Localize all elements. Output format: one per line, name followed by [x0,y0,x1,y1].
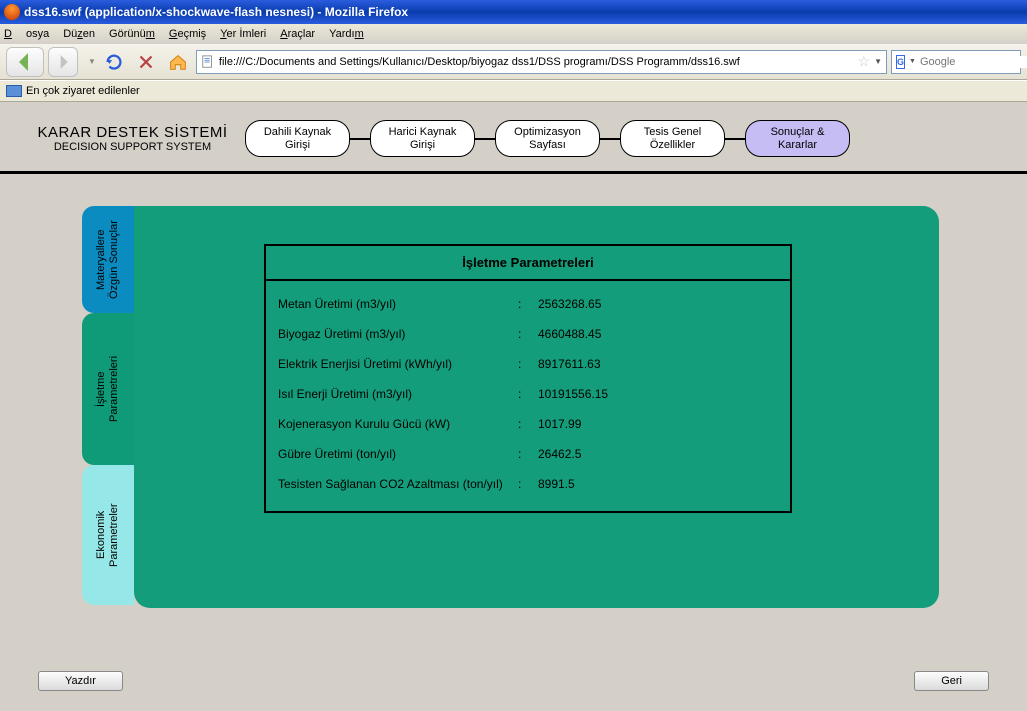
value-biyogaz: 4660488.45 [538,327,778,341]
menu-yerimleri[interactable]: Yer İmleri [220,28,266,40]
parameters-body: Metan Üretimi (m3/yıl) : 2563268.65 Biyo… [266,281,790,511]
parameters-box: İşletme Parametreleri Metan Üretimi (m3/… [264,244,792,513]
side-tabs: Materyallere Özgün Sonuçlar İşletme Para… [82,206,134,605]
menu-yardim[interactable]: Yardım [329,28,364,40]
pill-harici-kaynak[interactable]: Harici Kaynak Girişi [370,120,475,157]
row-isil: Isıl Enerji Üretimi (m3/yıl) : 10191556.… [278,387,778,401]
value-elektrik: 8917611.63 [538,357,778,371]
label-elektrik: Elektrik Enerjisi Üretimi (kWh/yıl) [278,357,518,371]
label-kojenerasyon: Kojenerasyon Kurulu Gücü (kW) [278,417,518,431]
row-kojenerasyon: Kojenerasyon Kurulu Gücü (kW) : 1017.99 [278,417,778,431]
value-co2: 8991.5 [538,477,778,491]
url-bar[interactable]: ☆ ▼ [196,50,887,74]
row-elektrik: Elektrik Enerjisi Üretimi (kWh/yıl) : 89… [278,357,778,371]
app-title-en: DECISION SUPPORT SYSTEM [20,141,245,153]
window-titlebar: dss16.swf (application/x-shockwave-flash… [0,0,1027,24]
history-dropdown-icon[interactable]: ▼ [88,57,96,66]
menu-dosya[interactable]: Dosya [4,28,49,40]
url-dropdown-icon[interactable]: ▼ [874,57,882,66]
reload-button[interactable] [100,48,128,76]
main-panel: Materyallere Özgün Sonuçlar İşletme Para… [82,206,938,606]
arrow-right-icon [49,48,77,76]
arrow-left-icon [7,44,43,80]
pill-sonuclar-kararlar[interactable]: Sonuçlar & Kararlar [745,120,850,157]
star-icon[interactable]: ☆ [858,53,871,70]
url-input[interactable] [219,56,854,68]
connector-line [475,138,495,140]
results-panel: İşletme Parametreleri Metan Üretimi (m3/… [134,206,939,608]
nav-toolbar: ▼ ☆ ▼ G ▼ [0,44,1027,80]
value-kojenerasyon: 1017.99 [538,417,778,431]
connector-line [350,138,370,140]
google-icon: G [896,55,905,69]
search-input[interactable] [920,56,1027,68]
label-metan: Metan Üretimi (m3/yıl) [278,297,518,311]
side-tab-materyaller[interactable]: Materyallere Özgün Sonuçlar [82,206,134,313]
header-divider [0,171,1027,174]
forward-button[interactable] [48,47,78,77]
stop-icon [135,51,157,73]
side-tab-ekonomik[interactable]: Ekonomik Parametreler [82,465,134,605]
row-biyogaz: Biyogaz Üretimi (m3/yıl) : 4660488.45 [278,327,778,341]
value-gubre: 26462.5 [538,447,778,461]
firefox-icon [4,4,20,20]
pill-dahili-kaynak[interactable]: Dahili Kaynak Girişi [245,120,350,157]
parameters-title: İşletme Parametreleri [266,246,790,281]
row-co2: Tesisten Sağlanan CO2 Azaltması (ton/yıl… [278,477,778,491]
bottom-buttons: Yazdır Geri [0,671,1027,691]
reload-icon [103,51,125,73]
home-button[interactable] [164,48,192,76]
menu-araclar[interactable]: Araçlar [280,28,315,40]
menu-bar: Dosya Düzen Görünüm Geçmiş Yer İmleri Ar… [0,24,1027,44]
stop-button[interactable] [132,48,160,76]
bookmark-most-visited[interactable]: En çok ziyaret edilenler [26,85,140,97]
row-gubre: Gübre Üretimi (ton/yıl) : 26462.5 [278,447,778,461]
back-button-app[interactable]: Geri [914,671,989,691]
app-title-tr: KARAR DESTEK SİSTEMİ [20,124,245,141]
search-box[interactable]: G ▼ [891,50,1021,74]
label-biyogaz: Biyogaz Üretimi (m3/yıl) [278,327,518,341]
app-header: KARAR DESTEK SİSTEMİ DECISION SUPPORT SY… [0,102,1027,157]
bookmark-folder-icon [6,85,22,97]
row-metan: Metan Üretimi (m3/yıl) : 2563268.65 [278,297,778,311]
pill-nav: Dahili Kaynak Girişi Harici Kaynak Giriş… [245,120,1007,157]
connector-line [725,138,745,140]
bookmarks-toolbar: En çok ziyaret edilenler [0,80,1027,102]
side-tab-isletme[interactable]: İşletme Parametreleri [82,313,134,465]
content-area: KARAR DESTEK SİSTEMİ DECISION SUPPORT SY… [0,102,1027,711]
value-isil: 10191556.15 [538,387,778,401]
app-title-block: KARAR DESTEK SİSTEMİ DECISION SUPPORT SY… [20,124,245,153]
value-metan: 2563268.65 [538,297,778,311]
pill-tesis-genel[interactable]: Tesis Genel Özellikler [620,120,725,157]
window-title: dss16.swf (application/x-shockwave-flash… [24,5,408,19]
search-engine-dropdown-icon[interactable]: ▼ [909,58,916,65]
page-icon [201,55,215,69]
label-gubre: Gübre Üretimi (ton/yıl) [278,447,518,461]
pill-optimizasyon[interactable]: Optimizasyon Sayfası [495,120,600,157]
home-icon [167,51,189,73]
print-button[interactable]: Yazdır [38,671,123,691]
menu-gecmis[interactable]: Geçmiş [169,28,206,40]
menu-duzen[interactable]: Düzen [63,28,95,40]
back-button[interactable] [6,47,44,77]
label-co2: Tesisten Sağlanan CO2 Azaltması (ton/yıl… [278,477,518,491]
menu-gorunum[interactable]: Görünüm [109,28,155,40]
label-isil: Isıl Enerji Üretimi (m3/yıl) [278,387,518,401]
connector-line [600,138,620,140]
